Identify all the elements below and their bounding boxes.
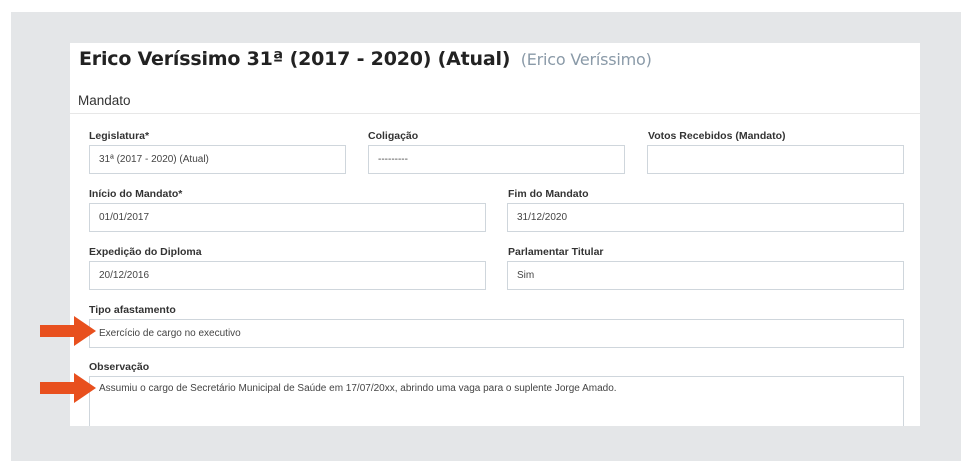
legislatura-label: Legislatura* — [89, 130, 150, 142]
parlamentar-label: Parlamentar Titular — [508, 246, 604, 258]
legislatura-field[interactable]: 31ª (2017 - 2020) (Atual) — [89, 145, 346, 174]
observacao-textarea[interactable]: Assumiu o cargo de Secretário Municipal … — [89, 376, 904, 426]
inicio-label: Início do Mandato* — [89, 188, 183, 200]
section-title: Mandato — [78, 93, 131, 108]
arrow-right-icon — [40, 316, 96, 346]
arrow-right-icon — [40, 373, 96, 403]
parlamentar-field[interactable]: Sim — [507, 261, 904, 290]
expedicao-field[interactable]: 20/12/2016 — [89, 261, 486, 290]
page-title: Erico Veríssimo 31ª (2017 - 2020) (Atual… — [79, 48, 652, 70]
observacao-label: Observação — [89, 361, 150, 373]
votos-field[interactable] — [647, 145, 904, 174]
afastamento-label: Tipo afastamento — [89, 304, 176, 316]
coligacao-label: Coligação — [368, 130, 419, 142]
votos-label: Votos Recebidos (Mandato) — [648, 130, 786, 142]
fim-field[interactable]: 31/12/2020 — [507, 203, 904, 232]
mandato-card: Erico Veríssimo 31ª (2017 - 2020) (Atual… — [70, 43, 920, 426]
afastamento-field[interactable]: Exercício de cargo no executivo — [89, 319, 904, 348]
expedicao-label: Expedição do Diploma — [89, 246, 202, 258]
inicio-field[interactable]: 01/01/2017 — [89, 203, 486, 232]
coligacao-field[interactable]: --------- — [368, 145, 625, 174]
page-title-subtitle: (Erico Veríssimo) — [520, 50, 652, 69]
page-title-main: Erico Veríssimo 31ª (2017 - 2020) (Atual… — [79, 48, 511, 70]
section-divider — [70, 113, 920, 114]
fim-label: Fim do Mandato — [508, 188, 589, 200]
